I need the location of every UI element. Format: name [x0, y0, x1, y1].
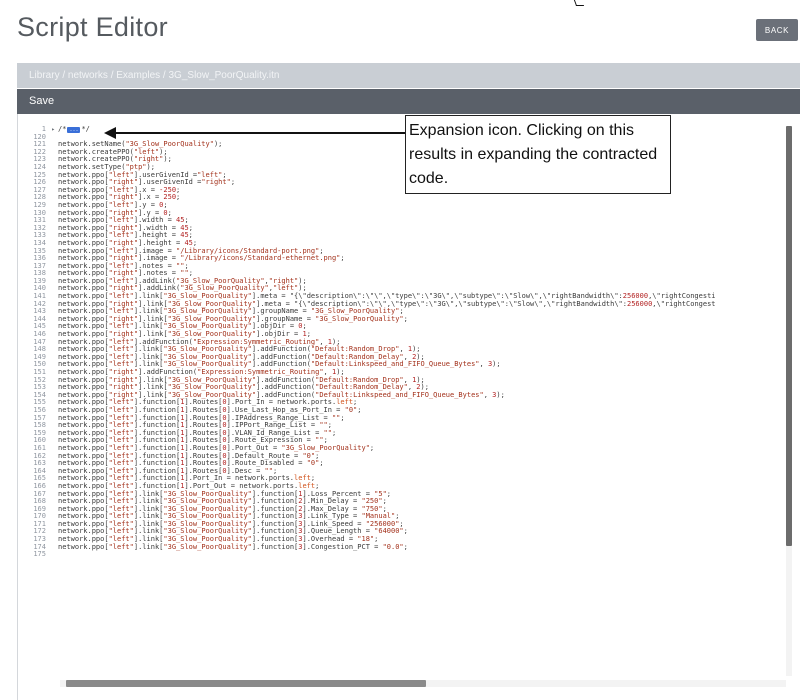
- horizontal-scrollbar-thumb[interactable]: [66, 680, 426, 687]
- folded-code-marker[interactable]: ...: [67, 127, 81, 133]
- code-line: 175: [18, 551, 790, 559]
- breadcrumb-bar: Library / networks / Examples / 3G_Slow_…: [17, 63, 800, 88]
- comment-close: */: [81, 126, 90, 133]
- breadcrumb: Library / networks / Examples / 3G_Slow_…: [29, 70, 280, 81]
- callout-pointer-fragment: [573, 0, 585, 6]
- annotation-arrow-line: [116, 132, 407, 134]
- expand-fold-icon[interactable]: ▸: [51, 126, 55, 134]
- editor-toolbar: Save: [17, 89, 800, 114]
- comment-open: /*: [58, 126, 67, 133]
- annotation-text: Expansion icon. Clicking on this results…: [409, 122, 658, 187]
- back-button[interactable]: BACK: [756, 19, 798, 41]
- horizontal-scrollbar[interactable]: [60, 680, 786, 687]
- code-editor[interactable]: 1 ▸ /*... */ 120 121 network.setName("3G_Slo…: [18, 126, 790, 686]
- code-text: network.ppo["left"].link["3G_Slow_PoorQu…: [58, 542, 408, 551]
- code-line: 174 network.ppo["left"].link["3G_Slow_Poo…: [18, 542, 790, 552]
- line-number: 175: [33, 550, 46, 559]
- page-header: Script Editor BACK: [0, 0, 800, 58]
- vertical-scrollbar-thumb[interactable]: [786, 126, 792, 546]
- code-text: /*... */: [58, 126, 90, 134]
- annotation-callout: Expansion icon. Clicking on this results…: [405, 115, 671, 194]
- arrow-left-icon: [104, 127, 116, 139]
- page-title: Script Editor: [17, 12, 168, 42]
- save-button[interactable]: Save: [29, 93, 54, 109]
- vertical-scrollbar[interactable]: [786, 126, 792, 676]
